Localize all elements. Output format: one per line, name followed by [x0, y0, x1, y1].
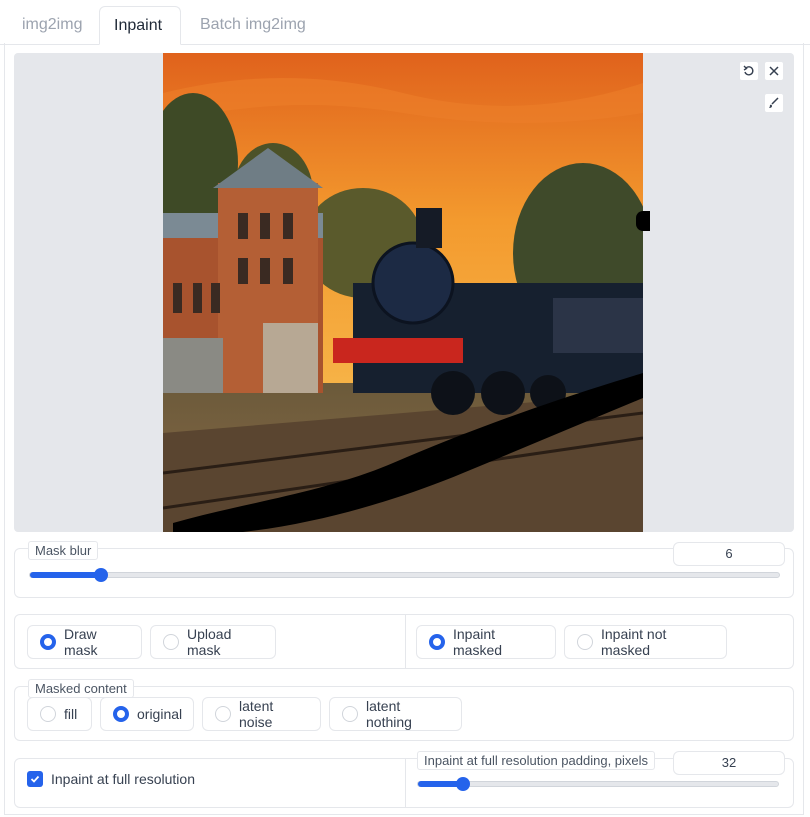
fill-radio[interactable] [40, 706, 56, 722]
mask-blur-label: Mask blur [28, 541, 99, 560]
inpaint-not-masked-radio[interactable] [577, 634, 593, 650]
tab-batch-img2img[interactable]: Batch img2img [186, 6, 320, 44]
draw-mask-option[interactable]: Draw mask [27, 625, 142, 659]
image-editor[interactable] [14, 53, 794, 532]
original-option[interactable]: original [100, 697, 194, 731]
clear-button[interactable] [764, 61, 784, 81]
full-res-divider [405, 759, 406, 807]
inpaint-image[interactable] [163, 53, 643, 532]
fill-option[interactable]: fill [27, 697, 92, 731]
latent-nothing-radio[interactable] [342, 706, 358, 722]
draw-mask-label: Draw mask [64, 626, 98, 658]
brush-button[interactable] [764, 93, 784, 113]
mask-blur-group: 6 [14, 542, 794, 598]
upload-mask-option[interactable]: Upload mask [150, 625, 276, 659]
latent-noise-radio[interactable] [215, 706, 231, 722]
upload-mask-label: Upload mask [187, 626, 232, 658]
mask-blur-slider-thumb[interactable] [94, 568, 108, 582]
original-label: original [137, 706, 183, 722]
close-icon [769, 66, 779, 76]
tab-inpaint[interactable]: Inpaint [99, 6, 181, 45]
inpaint-masked-radio[interactable] [429, 634, 445, 650]
undo-icon [743, 65, 754, 76]
undo-button[interactable] [739, 61, 759, 81]
brush-cursor [636, 211, 650, 231]
mask-blur-number[interactable]: 6 [673, 542, 785, 566]
padding-slider-thumb[interactable] [456, 777, 470, 791]
latent-nothing-option[interactable]: latent nothing [329, 697, 462, 731]
brush-icon [769, 97, 779, 108]
original-radio[interactable] [113, 706, 129, 722]
padding-slider[interactable] [417, 777, 779, 791]
latent-nothing-label: latent nothing [366, 698, 412, 730]
tab-img2img[interactable]: img2img [8, 6, 96, 44]
checkmark-icon [30, 775, 40, 783]
full-resolution-label: Inpaint at full resolution [51, 771, 195, 787]
mode-divider [405, 615, 406, 668]
latent-noise-option[interactable]: latent noise [202, 697, 321, 731]
mask-blur-slider[interactable] [29, 568, 780, 582]
fill-label: fill [64, 706, 78, 722]
latent-noise-label: latent noise [239, 698, 274, 730]
inpaint-masked-label: Inpaint masked [453, 626, 503, 658]
upload-mask-radio[interactable] [163, 634, 179, 650]
inpaint-masked-option[interactable]: Inpaint masked [416, 625, 556, 659]
tab-bar: img2img Inpaint Batch img2img [0, 0, 810, 45]
inpaint-not-masked-option[interactable]: Inpaint not masked [564, 625, 727, 659]
mask-blur-slider-fill [30, 572, 101, 578]
padding-label: Inpaint at full resolution padding, pixe… [417, 751, 656, 770]
masked-content-label: Masked content [28, 679, 134, 698]
draw-mask-radio[interactable] [40, 634, 56, 650]
full-resolution-checkbox[interactable] [27, 771, 43, 787]
inpaint-not-masked-label: Inpaint not masked [601, 626, 667, 658]
padding-number[interactable]: 32 [673, 751, 785, 775]
